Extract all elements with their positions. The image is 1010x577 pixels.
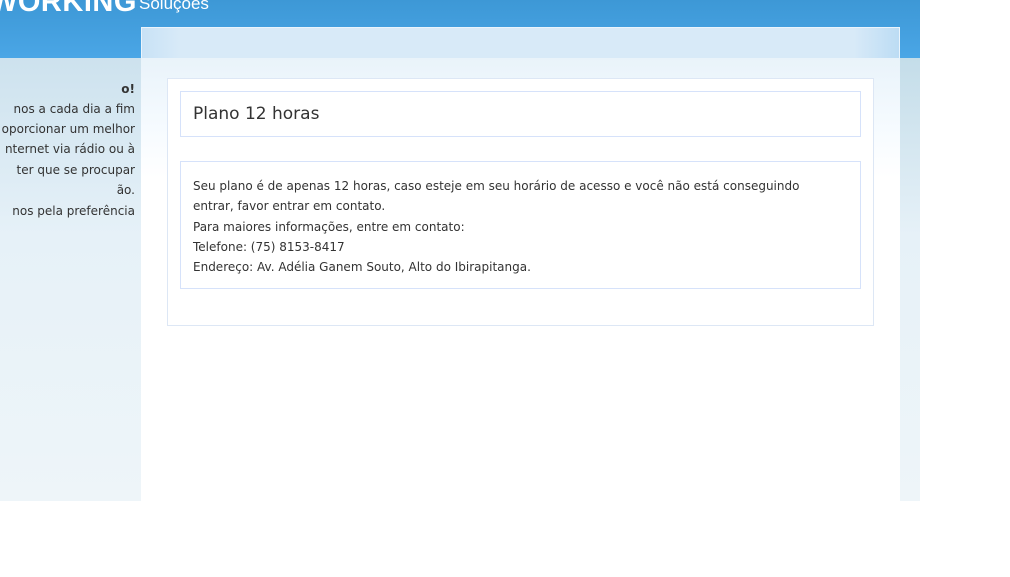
sidebar-text: nos a cada dia a fim <box>13 102 135 116</box>
content-panel: Plano 12 horas Seu plano é de apenas 12 … <box>167 78 874 326</box>
main-area: Plano 12 horas Seu plano é de apenas 12 … <box>141 58 900 501</box>
phone-line: Telefone: (75) 8153-8417 <box>193 239 345 254</box>
body-line: Para maiores informações, entre em conta… <box>193 219 465 234</box>
logo[interactable]: WORKING <box>0 0 137 19</box>
title-box: Plano 12 horas <box>180 91 861 137</box>
sidebar-text: nternet via rádio ou à <box>4 142 135 156</box>
tab-bar <box>141 27 900 58</box>
address-line: Endereço: Av. Adélia Ganem Souto, Alto d… <box>193 260 531 275</box>
right-strip <box>900 58 920 501</box>
sidebar-text: ão. <box>116 183 135 197</box>
body-box: Seu plano é de apenas 12 horas, caso est… <box>180 161 861 289</box>
page-title: Plano 12 horas <box>193 104 320 124</box>
tagline: Soluções <box>139 0 209 13</box>
header: WORKING Soluções <box>0 0 920 58</box>
sidebar: o! nos a cada dia a fim oporcionar um me… <box>0 58 141 501</box>
sidebar-text: nos pela preferência <box>12 204 135 218</box>
sidebar-text: oporcionar um melhor <box>1 122 135 136</box>
sidebar-text: ter que se procupar <box>16 163 135 177</box>
sidebar-heading: o! <box>121 82 135 96</box>
body-line: Seu plano é de apenas 12 horas, caso est… <box>193 179 800 193</box>
body-line: entrar, favor entrar em contato. <box>193 199 386 214</box>
page: WORKING Soluções o! nos a cada dia a fim… <box>0 0 920 501</box>
